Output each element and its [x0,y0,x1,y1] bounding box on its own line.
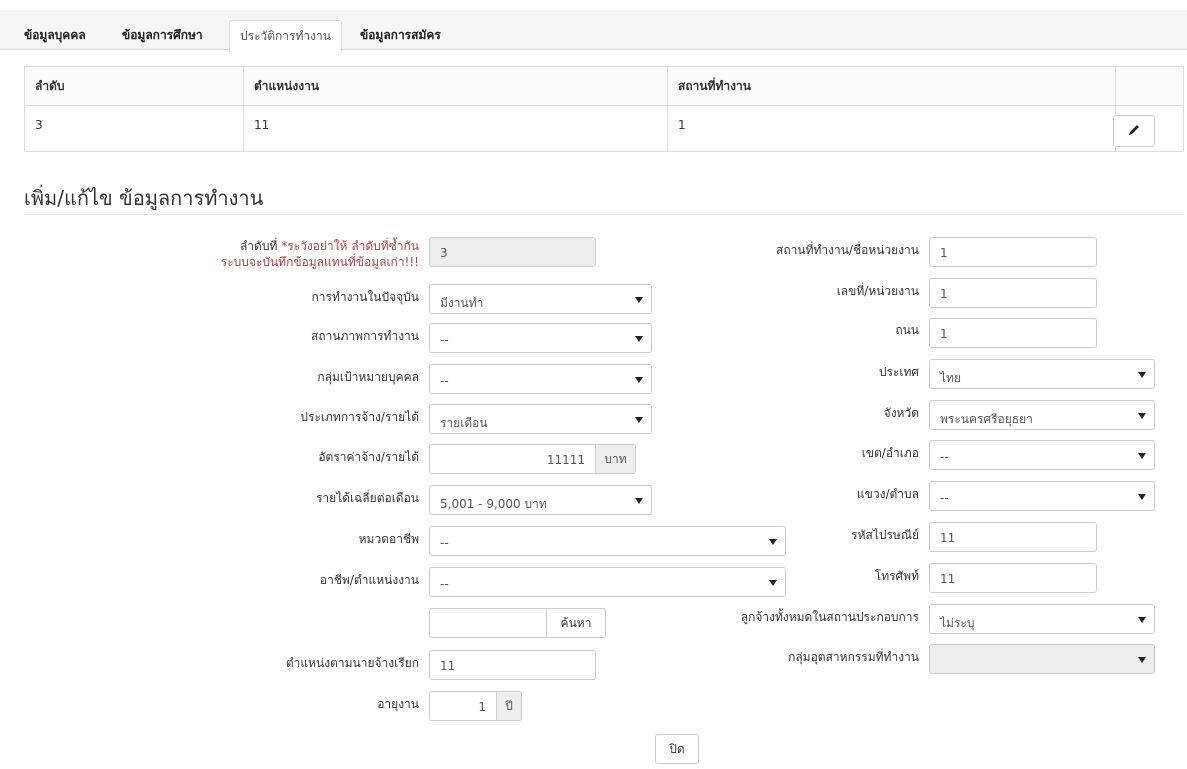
section-title: เพิ่ม/แก้ไข ข้อมูลการทำงาน [24,186,264,210]
chevron-down-icon [769,539,777,545]
seq-label-block: ลำดับที่ *ระวังอย่าให้ ลำดับที่ซ้ำกัน ระ… [221,238,419,270]
current-work-select[interactable]: มีงานทำ [429,284,652,314]
employees-label: ลูกจ้างทั้งหมดในสถานประกอบการ [740,610,919,624]
district-value: -- [940,450,949,464]
current-work-value: มีงานทำ [440,296,484,310]
search-button[interactable]: ค้นหา [546,608,606,638]
wage-unit-addon: บาท [595,444,636,474]
phone-input[interactable]: 11 [929,563,1097,593]
employ-type-label: ประเภทการจ้าง/รายได้ [300,410,419,424]
target-group-value: -- [440,374,449,388]
subdistrict-label: แขวง/ตำบล [856,487,919,501]
top-strip [0,0,1187,8]
target-group-select[interactable]: -- [429,364,652,394]
col-header-seq: ลำดับ [24,66,244,106]
tenure-input[interactable]: 1 [429,691,497,721]
occupation-search-input[interactable] [429,608,547,638]
subdistrict-value: -- [940,491,949,505]
target-group-label: กลุ่มเป้าหมายบุคคล [317,370,419,384]
cell-position: 11 [243,105,668,152]
address-no-label: เลขที่/หน่วยงาน [836,284,919,298]
chevron-down-icon [1138,494,1146,500]
edit-button[interactable] [1113,115,1155,147]
tenure-label: อายุงาน [377,697,419,711]
work-status-value: -- [440,333,449,347]
country-label: ประเทศ [878,365,919,379]
employer-title-input[interactable]: 11 [429,650,596,680]
subdistrict-select[interactable]: -- [929,481,1155,511]
country-value: ไทย [940,371,961,385]
employer-title-label: ตำแหน่งตามนายจ้างเรียก [285,656,419,670]
wage-input[interactable]: 11111 [429,444,596,474]
occ-category-select[interactable]: -- [429,526,786,556]
work-status-select[interactable]: -- [429,323,652,353]
industry-select[interactable] [929,644,1155,674]
district-select[interactable]: -- [929,440,1155,470]
address-no-input[interactable]: 1 [929,278,1097,308]
tab-work-history[interactable]: ประวัติการทำงาน [229,20,342,53]
chevron-down-icon [769,580,777,586]
chevron-down-icon [635,498,643,504]
tab-personal[interactable]: ข้อมูลบุคคล [14,20,96,51]
close-button[interactable]: ปิด [655,734,699,764]
occupation-value: -- [440,577,449,591]
chevron-down-icon [635,297,643,303]
postcode-input[interactable]: 11 [929,522,1097,552]
employ-type-value: รายเดือน [440,416,488,430]
province-value: พระนครศรีอยุธยา [940,412,1033,426]
chevron-down-icon [1138,617,1146,623]
avg-income-value: 5,001 - 9,000 บาท [440,497,547,511]
seq-warning-2: ระบบจะบันทึกข้อมูลแทนที่ข้อมูลเก่า!!! [220,255,419,269]
employ-type-select[interactable]: รายเดือน [429,404,652,434]
current-work-label: การทำงานในปัจจุบัน [311,290,419,304]
chevron-down-icon [1138,372,1146,378]
avg-income-label: รายได้เฉลี่ยต่อเดือน [315,491,419,505]
seq-warning-1: *ระวังอย่าให้ ลำดับที่ซ้ำกัน [281,239,419,253]
chevron-down-icon [1138,657,1146,663]
avg-income-select[interactable]: 5,001 - 9,000 บาท [429,485,652,515]
table-header-row: ลำดับ ตำแหน่งงาน สถานที่ทำงาน [24,66,1184,106]
col-header-position: ตำแหน่งงาน [243,66,668,106]
phone-label: โทรศัพท์ [874,569,919,583]
district-label: เขต/อำเภอ [861,446,919,460]
occupation-label: อาชีพ/ตำแหน่งงาน [319,573,419,587]
province-select[interactable]: พระนครศรีอยุธยา [929,400,1155,430]
employees-select[interactable]: ไม่ระบุ [929,604,1155,634]
chevron-down-icon [635,417,643,423]
workplace-input[interactable]: 1 [929,237,1097,267]
cell-seq: 3 [24,105,244,152]
wage-label: อัตราค่าจ้าง/รายได้ [318,450,419,464]
workplace-label: สถานที่ทำงาน/ชื่อหน่วยงาน [776,243,919,257]
road-input[interactable]: 1 [929,318,1097,348]
cell-workplace: 1 [667,105,1116,152]
chevron-down-icon [1138,413,1146,419]
work-status-label: สถานภาพการทำงาน [311,329,419,343]
postcode-label: รหัสไปรษณีย์ [851,528,919,542]
chevron-down-icon [635,377,643,383]
seq-input[interactable]: 3 [429,237,596,267]
industry-label: กลุ่มอุตสาหกรรมที่ทำงาน [788,650,919,664]
table-row: 3 11 1 [24,105,1184,152]
country-select[interactable]: ไทย [929,359,1155,389]
province-label: จังหวัด [883,406,919,420]
tab-bar: ข้อมูลบุคคล ข้อมูลการศึกษา ประวัติการทำง… [0,10,1187,53]
chevron-down-icon [635,336,643,342]
tab-application[interactable]: ข้อมูลการสมัคร [350,20,451,51]
col-header-workplace: สถานที่ทำงาน [667,66,1116,106]
col-header-actions [1115,66,1184,106]
tab-education[interactable]: ข้อมูลการศึกษา [112,20,213,51]
occupation-select[interactable]: -- [429,567,786,597]
work-history-table: ลำดับ ตำแหน่งงาน สถานที่ทำงาน 3 11 1 [24,66,1184,152]
occ-category-value: -- [440,536,449,550]
road-label: ถนน [895,323,919,337]
section-divider [24,214,1184,215]
chevron-down-icon [1138,453,1146,459]
seq-label: ลำดับที่ [239,239,278,253]
occ-category-label: หมวดอาชีพ [358,532,419,546]
employees-value: ไม่ระบุ [940,616,975,630]
pencil-icon [1127,123,1141,140]
tenure-unit-addon: ปี [496,691,522,721]
